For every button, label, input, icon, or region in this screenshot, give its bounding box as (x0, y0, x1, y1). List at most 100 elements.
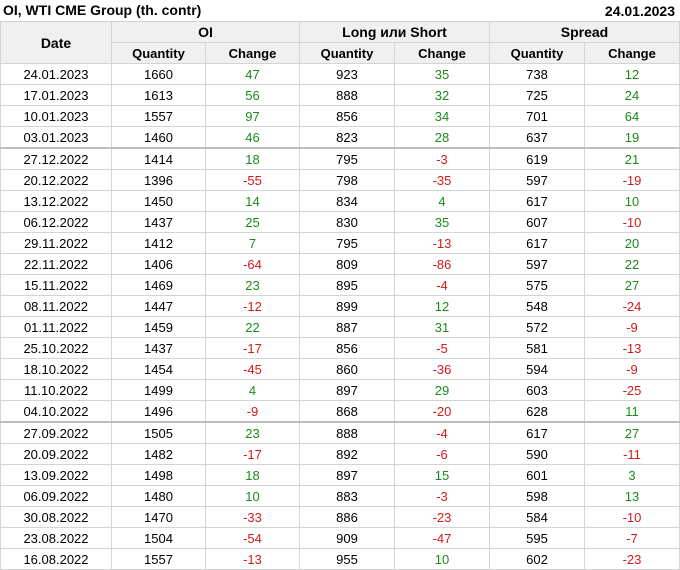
oi-change-cell: 14 (205, 190, 300, 212)
spread-quantity-cell: 598 (489, 485, 585, 507)
date-cell: 17.01.2023 (0, 84, 112, 106)
spread-change-cell: 10 (584, 190, 680, 212)
spread-quantity-cell: 602 (489, 548, 585, 570)
oi-quantity-cell: 1480 (111, 485, 206, 507)
oi-change-cell: 10 (205, 485, 300, 507)
table-row: 22.11.2022 1406 -64 809 -86 597 22 (0, 253, 680, 275)
spread-change-cell: 19 (584, 126, 680, 149)
oi-quantity-cell: 1450 (111, 190, 206, 212)
spread-change-cell: 27 (584, 421, 680, 444)
spread-change-cell: 64 (584, 105, 680, 127)
date-cell: 06.09.2022 (0, 485, 112, 507)
date-cell: 23.08.2022 (0, 527, 112, 549)
oi-change-cell: 56 (205, 84, 300, 106)
oi-quantity-cell: 1437 (111, 211, 206, 233)
oi-quantity-cell: 1504 (111, 527, 206, 549)
date-cell: 08.11.2022 (0, 295, 112, 317)
column-header-spread-change: Change (584, 42, 680, 64)
oi-quantity-cell: 1460 (111, 126, 206, 149)
column-group-spread: Spread (489, 21, 680, 43)
report-header: OI, WTI CME Group (th. contr) 24.01.2023 (0, 0, 680, 22)
table-row: 23.08.2022 1504 -54 909 -47 595 -7 (0, 527, 680, 549)
ls-quantity-cell: 887 (299, 316, 395, 338)
ls-change-cell: 29 (394, 379, 490, 401)
oi-quantity-cell: 1454 (111, 358, 206, 380)
table-row: 15.11.2022 1469 23 895 -4 575 27 (0, 274, 680, 296)
oi-quantity-cell: 1557 (111, 105, 206, 127)
table-body: 24.01.2023 1660 47 923 35 738 12 17.01.2023 1613… (0, 63, 680, 570)
oi-change-cell: -12 (205, 295, 300, 317)
column-header-spread-quantity: Quantity (489, 42, 585, 64)
spread-change-cell: -10 (584, 506, 680, 528)
ls-change-cell: -23 (394, 506, 490, 528)
spread-change-cell: 24 (584, 84, 680, 106)
ls-change-cell: 35 (394, 63, 490, 85)
ls-quantity-cell: 897 (299, 379, 395, 401)
ls-quantity-cell: 883 (299, 485, 395, 507)
table-row: 10.01.2023 1557 97 856 34 701 64 (0, 105, 680, 127)
ls-change-cell: -20 (394, 400, 490, 423)
ls-quantity-cell: 795 (299, 147, 395, 170)
oi-change-cell: -64 (205, 253, 300, 275)
date-cell: 24.01.2023 (0, 63, 112, 85)
date-cell: 30.08.2022 (0, 506, 112, 528)
spread-quantity-cell: 617 (489, 232, 585, 254)
date-cell: 13.12.2022 (0, 190, 112, 212)
table-row: 27.12.2022 1414 18 795 -3 619 21 (0, 147, 680, 170)
spread-change-cell: -9 (584, 358, 680, 380)
table-row: 06.09.2022 1480 10 883 -3 598 13 (0, 485, 680, 507)
oi-change-cell: 18 (205, 147, 300, 170)
oi-change-cell: -17 (205, 443, 300, 465)
date-cell: 01.11.2022 (0, 316, 112, 338)
ls-quantity-cell: 923 (299, 63, 395, 85)
spread-quantity-cell: 738 (489, 63, 585, 85)
ls-change-cell: 4 (394, 190, 490, 212)
table-row: 04.10.2022 1496 -9 868 -20 628 11 (0, 400, 680, 423)
column-group-oi: OI (111, 21, 300, 43)
oi-change-cell: 4 (205, 379, 300, 401)
ls-quantity-cell: 798 (299, 169, 395, 191)
ls-quantity-cell: 856 (299, 337, 395, 359)
oi-change-cell: 18 (205, 464, 300, 486)
ls-change-cell: -35 (394, 169, 490, 191)
ls-quantity-cell: 823 (299, 126, 395, 149)
ls-change-cell: 34 (394, 105, 490, 127)
ls-quantity-cell: 856 (299, 105, 395, 127)
ls-quantity-cell: 860 (299, 358, 395, 380)
spread-change-cell: -23 (584, 548, 680, 570)
column-header-ls-quantity: Quantity (299, 42, 395, 64)
oi-change-cell: 47 (205, 63, 300, 85)
date-cell: 20.09.2022 (0, 443, 112, 465)
table-row: 16.08.2022 1557 -13 955 10 602 -23 (0, 548, 680, 570)
oi-change-cell: 22 (205, 316, 300, 338)
spread-change-cell: -10 (584, 211, 680, 233)
oi-quantity-cell: 1414 (111, 147, 206, 170)
oi-quantity-cell: 1437 (111, 337, 206, 359)
spread-quantity-cell: 601 (489, 464, 585, 486)
spread-quantity-cell: 597 (489, 169, 585, 191)
report-date: 24.01.2023 (604, 3, 675, 19)
oi-quantity-cell: 1505 (111, 421, 206, 444)
ls-change-cell: -36 (394, 358, 490, 380)
date-cell: 06.12.2022 (0, 211, 112, 233)
ls-change-cell: -86 (394, 253, 490, 275)
table-row: 18.10.2022 1454 -45 860 -36 594 -9 (0, 358, 680, 380)
spread-quantity-cell: 590 (489, 443, 585, 465)
table-row: 29.11.2022 1412 7 795 -13 617 20 (0, 232, 680, 254)
oi-change-cell: 7 (205, 232, 300, 254)
spread-change-cell: 3 (584, 464, 680, 486)
date-cell: 22.11.2022 (0, 253, 112, 275)
date-cell: 15.11.2022 (0, 274, 112, 296)
ls-quantity-cell: 892 (299, 443, 395, 465)
spread-change-cell: -19 (584, 169, 680, 191)
oi-change-cell: 46 (205, 126, 300, 149)
oi-table: Date OI Long или Short Spread Quantity C… (0, 21, 680, 570)
date-cell: 20.12.2022 (0, 169, 112, 191)
oi-quantity-cell: 1557 (111, 548, 206, 570)
table-row: 08.11.2022 1447 -12 899 12 548 -24 (0, 295, 680, 317)
oi-quantity-cell: 1660 (111, 63, 206, 85)
spread-change-cell: 20 (584, 232, 680, 254)
date-cell: 27.12.2022 (0, 147, 112, 170)
ls-change-cell: 28 (394, 126, 490, 149)
oi-quantity-cell: 1498 (111, 464, 206, 486)
